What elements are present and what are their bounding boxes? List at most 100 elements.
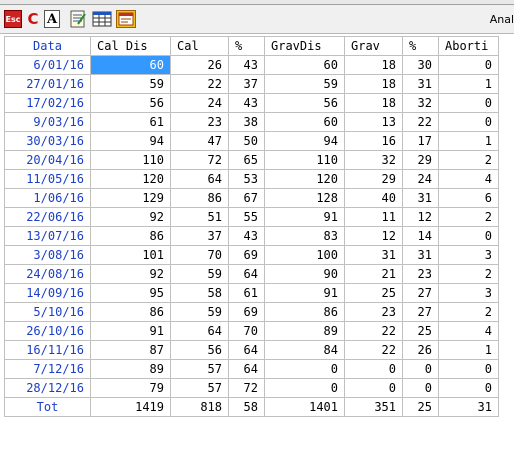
table-cell[interactable]: 2 — [438, 150, 499, 170]
table-view-button[interactable] — [92, 10, 112, 28]
table-cell[interactable]: 0 — [344, 378, 403, 398]
table-cell[interactable]: 18 — [344, 55, 403, 75]
table-cell[interactable]: 2 — [438, 264, 499, 284]
table-cell[interactable]: 38 — [228, 112, 265, 132]
date-cell[interactable]: 28/12/16 — [4, 378, 91, 398]
table-cell[interactable]: 59 — [170, 264, 229, 284]
table-cell[interactable]: 37 — [170, 226, 229, 246]
table-cell[interactable]: 91 — [264, 207, 345, 227]
table-cell[interactable]: 17 — [402, 131, 439, 151]
date-cell[interactable]: 24/08/16 — [4, 264, 91, 284]
table-cell[interactable]: 100 — [264, 245, 345, 265]
date-cell[interactable]: 27/01/16 — [4, 74, 91, 94]
table-cell[interactable]: 59 — [170, 302, 229, 322]
date-cell[interactable]: 7/12/16 — [4, 359, 91, 379]
table-cell[interactable]: 101 — [90, 245, 171, 265]
date-cell[interactable]: 16/11/16 — [4, 340, 91, 360]
table-cell[interactable]: 95 — [90, 283, 171, 303]
table-cell[interactable]: 91 — [264, 283, 345, 303]
date-cell[interactable]: 3/08/16 — [4, 245, 91, 265]
table-cell[interactable]: 16 — [344, 131, 403, 151]
table-cell[interactable]: 64 — [228, 359, 265, 379]
table-cell[interactable]: 47 — [170, 131, 229, 151]
table-cell[interactable]: 60 — [90, 55, 171, 75]
table-cell[interactable]: 43 — [228, 226, 265, 246]
table-cell[interactable]: 89 — [90, 359, 171, 379]
table-cell[interactable]: 23 — [402, 264, 439, 284]
table-cell[interactable]: 31 — [344, 245, 403, 265]
table-cell[interactable]: 61 — [228, 283, 265, 303]
table-cell[interactable]: 110 — [90, 150, 171, 170]
table-cell[interactable]: 1 — [438, 131, 499, 151]
table-cell[interactable]: 43 — [228, 55, 265, 75]
table-cell[interactable]: 3 — [438, 245, 499, 265]
date-cell[interactable]: 22/06/16 — [4, 207, 91, 227]
table-cell[interactable]: 87 — [90, 340, 171, 360]
table-cell[interactable]: 18 — [344, 74, 403, 94]
column-header-col7[interactable]: Aborti — [438, 36, 499, 56]
table-cell[interactable]: 43 — [228, 93, 265, 113]
date-cell[interactable]: 14/09/16 — [4, 283, 91, 303]
table-cell[interactable]: 58 — [170, 283, 229, 303]
date-cell[interactable]: 20/04/16 — [4, 150, 91, 170]
date-cell[interactable]: 17/02/16 — [4, 93, 91, 113]
table-cell[interactable]: 0 — [402, 378, 439, 398]
table-cell[interactable]: 25 — [402, 321, 439, 341]
table-cell[interactable]: 86 — [264, 302, 345, 322]
table-cell[interactable]: 12 — [402, 207, 439, 227]
column-header-data[interactable]: Data — [4, 36, 91, 56]
table-cell[interactable]: 23 — [344, 302, 403, 322]
table-cell[interactable]: 72 — [170, 150, 229, 170]
table-cell[interactable]: 60 — [264, 55, 345, 75]
table-cell[interactable]: 30 — [402, 55, 439, 75]
table-cell[interactable]: 0 — [438, 226, 499, 246]
table-cell[interactable]: 32 — [402, 93, 439, 113]
date-cell[interactable]: 30/03/16 — [4, 131, 91, 151]
table-cell[interactable]: 91 — [90, 321, 171, 341]
table-cell[interactable]: 1 — [438, 340, 499, 360]
table-cell[interactable]: 31 — [402, 74, 439, 94]
date-cell[interactable]: 5/10/16 — [4, 302, 91, 322]
table-cell[interactable]: 0 — [344, 359, 403, 379]
table-cell[interactable]: 14 — [402, 226, 439, 246]
table-cell[interactable]: 56 — [170, 340, 229, 360]
table-cell[interactable]: 83 — [264, 226, 345, 246]
table-cell[interactable]: 92 — [90, 207, 171, 227]
table-cell[interactable]: 37 — [228, 74, 265, 94]
table-cell[interactable]: 0 — [264, 378, 345, 398]
table-cell[interactable]: 12 — [344, 226, 403, 246]
table-cell[interactable]: 72 — [228, 378, 265, 398]
table-cell[interactable]: 53 — [228, 169, 265, 189]
table-cell[interactable]: 40 — [344, 188, 403, 208]
table-cell[interactable]: 24 — [170, 93, 229, 113]
date-cell[interactable]: 26/10/16 — [4, 321, 91, 341]
table-cell[interactable]: 0 — [438, 93, 499, 113]
table-cell[interactable]: 4 — [438, 169, 499, 189]
column-header-col3[interactable]: % — [228, 36, 265, 56]
table-cell[interactable]: 2 — [438, 207, 499, 227]
table-cell[interactable]: 29 — [344, 169, 403, 189]
table-cell[interactable]: 64 — [170, 321, 229, 341]
table-cell[interactable]: 56 — [264, 93, 345, 113]
table-cell[interactable]: 2 — [438, 302, 499, 322]
calc-button[interactable]: C — [25, 10, 41, 28]
table-cell[interactable]: 25 — [344, 283, 403, 303]
table-cell[interactable]: 67 — [228, 188, 265, 208]
table-cell[interactable]: 51 — [170, 207, 229, 227]
table-cell[interactable]: 94 — [90, 131, 171, 151]
table-cell[interactable]: 32 — [344, 150, 403, 170]
table-cell[interactable]: 69 — [228, 302, 265, 322]
date-cell[interactable]: 6/01/16 — [4, 55, 91, 75]
table-cell[interactable]: 61 — [90, 112, 171, 132]
table-cell[interactable]: 59 — [90, 74, 171, 94]
table-cell[interactable]: 56 — [90, 93, 171, 113]
table-cell[interactable]: 86 — [170, 188, 229, 208]
table-cell[interactable]: 22 — [344, 321, 403, 341]
table-cell[interactable]: 128 — [264, 188, 345, 208]
table-cell[interactable]: 79 — [90, 378, 171, 398]
esc-button[interactable]: Esc — [4, 10, 22, 28]
table-cell[interactable]: 23 — [170, 112, 229, 132]
table-cell[interactable]: 59 — [264, 74, 345, 94]
column-header-col1[interactable]: Cal Dis — [90, 36, 171, 56]
window-button[interactable] — [116, 10, 136, 28]
